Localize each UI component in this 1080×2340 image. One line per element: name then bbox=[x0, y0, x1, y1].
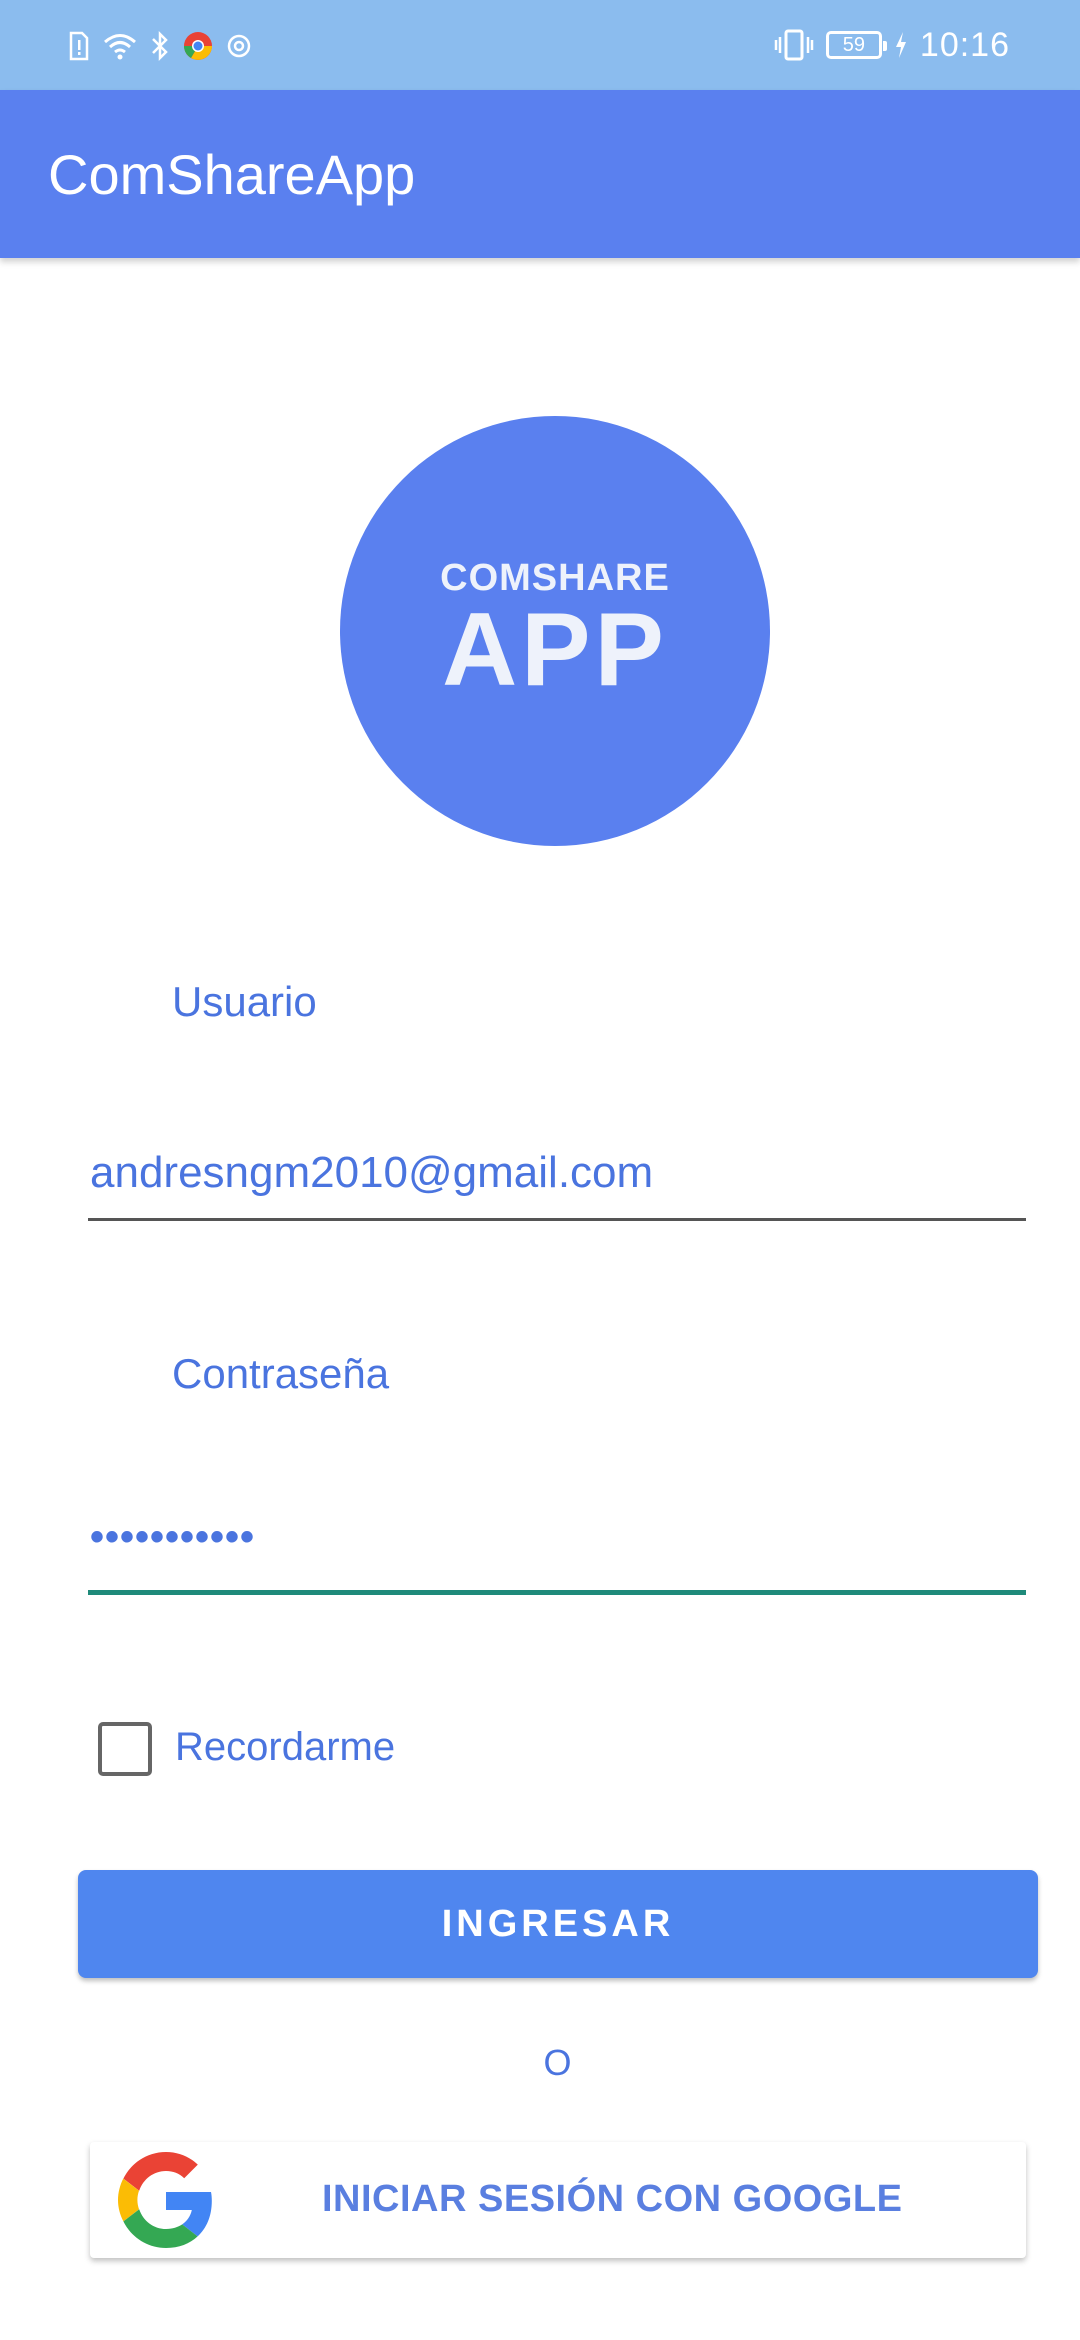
wifi-icon bbox=[104, 34, 136, 60]
google-signin-label: INICIAR SESIÓN CON GOOGLE bbox=[322, 2178, 903, 2220]
password-underline bbox=[88, 1590, 1026, 1595]
login-button[interactable]: INGRESAR bbox=[78, 1870, 1038, 1978]
username-input[interactable] bbox=[88, 1138, 1026, 1208]
status-time: 10:16 bbox=[919, 25, 1010, 64]
username-underline bbox=[88, 1218, 1026, 1221]
sim-alert-icon bbox=[69, 31, 89, 61]
vibrate-icon bbox=[774, 29, 814, 61]
or-separator: O bbox=[543, 2042, 572, 2083]
notification-icon bbox=[227, 34, 251, 58]
remember-label[interactable]: Recordarme bbox=[175, 1725, 395, 1770]
status-bar: 59 10:16 bbox=[0, 0, 1080, 90]
chrome-icon bbox=[184, 32, 212, 60]
remember-checkbox[interactable] bbox=[98, 1722, 152, 1776]
google-signin-button[interactable]: INICIAR SESIÓN CON GOOGLE bbox=[90, 2142, 1026, 2258]
battery-icon: 59 bbox=[825, 31, 887, 59]
charging-icon bbox=[895, 32, 906, 58]
app-logo: COMSHARE APP bbox=[340, 416, 770, 846]
battery-level: 59 bbox=[842, 33, 866, 56]
status-left-icons bbox=[68, 26, 252, 66]
login-screen: 59 10:16 ComShareApp COMSHARE APP Usuari… bbox=[0, 0, 1080, 2340]
app-bar: ComShareApp bbox=[0, 90, 1080, 258]
username-label: Usuario bbox=[172, 978, 317, 1025]
status-right-icons: 59 10:16 bbox=[774, 22, 1010, 68]
logo-text-bottom: APP bbox=[442, 591, 668, 708]
bluetooth-icon bbox=[152, 30, 168, 62]
google-icon bbox=[118, 2152, 212, 2248]
password-input[interactable]: ••••••••••• bbox=[88, 1502, 1026, 1572]
password-label: Contraseña bbox=[172, 1350, 390, 1397]
app-title: ComShareApp bbox=[48, 143, 416, 206]
login-button-label: INGRESAR bbox=[441, 1902, 675, 1945]
